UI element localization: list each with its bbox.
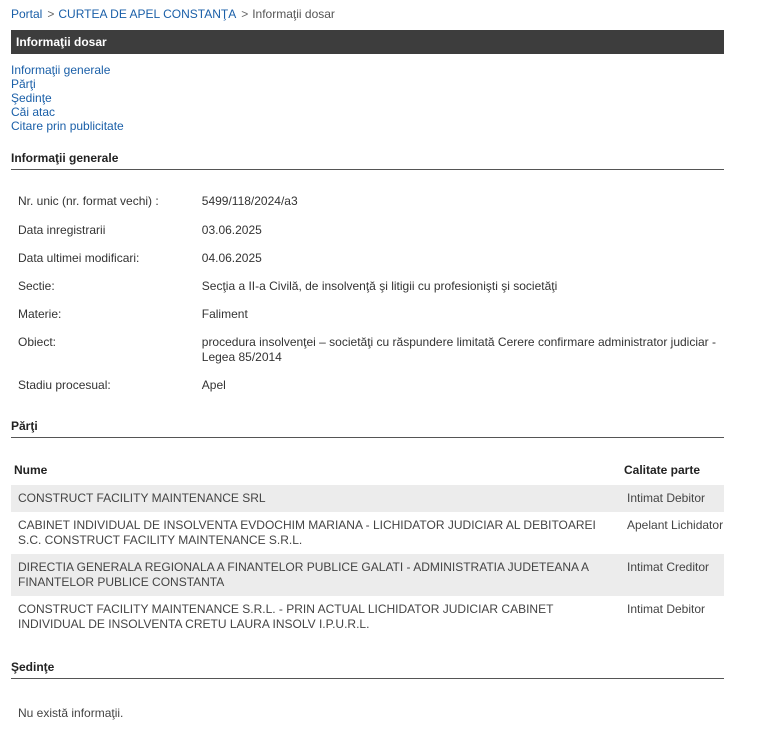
- breadcrumb-portal-link[interactable]: Portal: [11, 7, 42, 21]
- info-row: Sectie: Secţia a II-a Civilă, de insolve…: [18, 279, 718, 307]
- breadcrumb-current: Informaţii dosar: [252, 7, 335, 21]
- column-header-calitate: Calitate parte: [624, 463, 701, 477]
- party-name: DIRECTIA GENERALA REGIONALA A FINANTELOR…: [11, 554, 624, 596]
- info-label: Nr. unic (nr. format vechi) :: [18, 194, 159, 208]
- table-row: CONSTRUCT FACILITY MAINTENANCE SRL Intim…: [11, 485, 724, 512]
- section-heading-parti: Părţi: [11, 419, 724, 438]
- info-row: Nr. unic (nr. format vechi) : 5499/118/2…: [18, 194, 718, 223]
- table-row: CONSTRUCT FACILITY MAINTENANCE S.R.L. - …: [11, 596, 724, 638]
- party-name: CONSTRUCT FACILITY MAINTENANCE SRL: [11, 485, 624, 512]
- party-role: Intimat Creditor: [624, 554, 724, 596]
- table-row: DIRECTIA GENERALA REGIONALA A FINANTELOR…: [11, 554, 724, 596]
- info-row: Stadiu procesual: Apel: [18, 378, 718, 398]
- info-label: Data inregistrarii: [18, 223, 106, 237]
- info-label: Obiect:: [18, 335, 57, 349]
- info-row: Materie: Faliment: [18, 307, 718, 335]
- info-label: Stadiu procesual:: [18, 378, 111, 392]
- info-row: Data inregistrarii 03.06.2025: [18, 223, 718, 251]
- breadcrumb-separator: >: [241, 7, 249, 21]
- info-value: 04.06.2025: [201, 251, 262, 265]
- info-value: procedura insolvenţei – societăţi cu răs…: [201, 335, 716, 364]
- parti-table: Nume Calitate parte CONSTRUCT FACILITY M…: [11, 455, 724, 638]
- info-value: 5499/118/2024/a3: [201, 194, 298, 208]
- party-name: CONSTRUCT FACILITY MAINTENANCE S.R.L. - …: [18, 602, 554, 631]
- table-row: CABINET INDIVIDUAL DE INSOLVENTA EVDOCHI…: [11, 512, 724, 554]
- breadcrumb-court-link[interactable]: CURTEA DE APEL CONSTANŢA: [58, 7, 236, 21]
- info-label: Materie:: [18, 307, 62, 321]
- party-name: CABINET INDIVIDUAL DE INSOLVENTA EVDOCHI…: [18, 518, 596, 547]
- info-value: 03.06.2025: [201, 223, 262, 237]
- info-value: Faliment: [201, 307, 248, 321]
- section-heading-sedinte: Şedinţe: [11, 660, 724, 679]
- info-label: Sectie:: [18, 279, 55, 293]
- info-row: Data ultimei modificari: 04.06.2025: [18, 251, 718, 279]
- section-nav: Informaţii generale Părţi Şedinţe Căi at…: [11, 63, 124, 133]
- info-label: Data ultimei modificari:: [18, 251, 140, 265]
- party-role: Apelant Lichidator: [627, 518, 724, 532]
- page-title: Informaţii dosar: [11, 30, 724, 54]
- breadcrumb: Portal > CURTEA DE APEL CONSTANŢA > Informaţ…: [11, 7, 335, 21]
- party-role: Intimat Debitor: [627, 602, 706, 616]
- party-role: Intimat Debitor: [624, 485, 724, 512]
- nav-link-informatii-generale[interactable]: Informaţii generale: [11, 63, 124, 77]
- info-value: Secţia a II-a Civilă, de insolvenţă şi l…: [201, 279, 558, 293]
- info-row: Obiect: procedura insolvenţei – societăţ…: [18, 335, 718, 378]
- nav-link-sedinte[interactable]: Şedinţe: [11, 91, 124, 105]
- nav-link-parti[interactable]: Părţi: [11, 77, 124, 91]
- breadcrumb-separator: >: [47, 7, 55, 21]
- sedinte-empty-message: Nu există informaţii.: [18, 706, 124, 720]
- general-info-table: Nr. unic (nr. format vechi) : 5499/118/2…: [18, 194, 718, 398]
- nav-link-citare-publicitate[interactable]: Citare prin publicitate: [11, 119, 124, 133]
- info-value: Apel: [201, 378, 226, 392]
- parti-header-row: Nume Calitate parte: [11, 455, 724, 485]
- column-header-nume: Nume: [14, 463, 48, 477]
- nav-link-cai-atac[interactable]: Căi atac: [11, 105, 124, 119]
- section-heading-informatii-generale: Informaţii generale: [11, 151, 724, 170]
